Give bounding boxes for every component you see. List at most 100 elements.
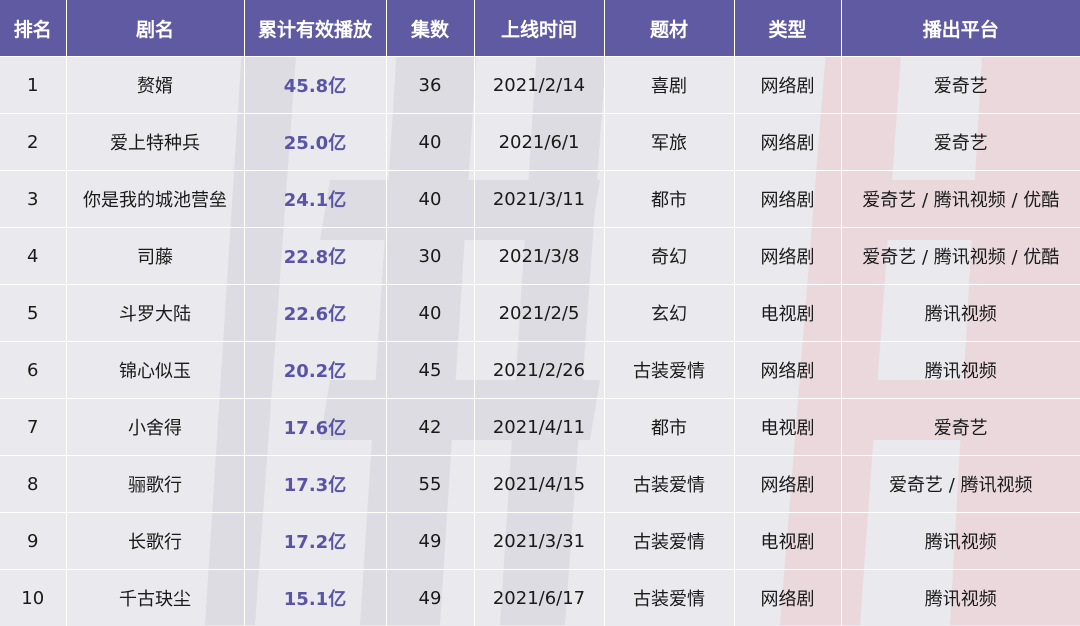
rank-cell: 8: [0, 456, 66, 513]
date-cell: 2021/2/26: [474, 342, 604, 399]
episodes-cell: 40: [386, 171, 474, 228]
episodes-cell: 30: [386, 228, 474, 285]
episodes-header: 集数: [386, 0, 474, 57]
title-cell: 锦心似玉: [66, 342, 244, 399]
rank-cell: 5: [0, 285, 66, 342]
platform-cell: 爱奇艺: [841, 399, 1080, 456]
platform-cell: 爱奇艺 / 腾讯视频: [841, 456, 1080, 513]
episodes-cell: 36: [386, 57, 474, 114]
episodes-cell: 42: [386, 399, 474, 456]
title-cell: 赘婿: [66, 57, 244, 114]
type-cell: 网络剧: [734, 570, 841, 626]
genre-cell: 古装爱情: [604, 456, 734, 513]
rank-cell: 2: [0, 114, 66, 171]
title-cell: 爱上特种兵: [66, 114, 244, 171]
genre-cell: 都市: [604, 399, 734, 456]
plays-cell: 17.6亿: [244, 399, 386, 456]
table-row: 4司藤22.8亿302021/3/8奇幻网络剧爱奇艺 / 腾讯视频 / 优酷: [0, 228, 1080, 285]
genre-cell: 古装爱情: [604, 342, 734, 399]
episodes-cell: 49: [386, 570, 474, 626]
platform-cell: 爱奇艺 / 腾讯视频 / 优酷: [841, 171, 1080, 228]
table-row: 7小舍得17.6亿422021/4/11都市电视剧爱奇艺: [0, 399, 1080, 456]
title-cell: 长歌行: [66, 513, 244, 570]
table-row: 3你是我的城池营垒24.1亿402021/3/11都市网络剧爱奇艺 / 腾讯视频…: [0, 171, 1080, 228]
table-header-row: 排名剧名累计有效播放集数上线时间题材类型播出平台: [0, 0, 1080, 57]
genre-cell: 奇幻: [604, 228, 734, 285]
plays-cell: 22.6亿: [244, 285, 386, 342]
rank-cell: 10: [0, 570, 66, 626]
table-row: 10千古玦尘15.1亿492021/6/17古装爱情网络剧腾讯视频: [0, 570, 1080, 626]
table-row: 2爱上特种兵25.0亿402021/6/1军旅网络剧爱奇艺: [0, 114, 1080, 171]
genre-header: 题材: [604, 0, 734, 57]
plays-cell: 45.8亿: [244, 57, 386, 114]
type-header: 类型: [734, 0, 841, 57]
type-cell: 网络剧: [734, 342, 841, 399]
plays-cell: 17.3亿: [244, 456, 386, 513]
date-cell: 2021/2/5: [474, 285, 604, 342]
genre-cell: 喜剧: [604, 57, 734, 114]
plays-cell: 25.0亿: [244, 114, 386, 171]
title-cell: 你是我的城池营垒: [66, 171, 244, 228]
rank-cell: 4: [0, 228, 66, 285]
date-cell: 2021/3/8: [474, 228, 604, 285]
platform-cell: 腾讯视频: [841, 570, 1080, 626]
plays-cell: 20.2亿: [244, 342, 386, 399]
platform-cell: 腾讯视频: [841, 285, 1080, 342]
genre-cell: 古装爱情: [604, 513, 734, 570]
platform-cell: 爱奇艺: [841, 57, 1080, 114]
type-cell: 电视剧: [734, 285, 841, 342]
genre-cell: 玄幻: [604, 285, 734, 342]
date-header: 上线时间: [474, 0, 604, 57]
type-cell: 电视剧: [734, 513, 841, 570]
type-cell: 网络剧: [734, 171, 841, 228]
platform-cell: 爱奇艺: [841, 114, 1080, 171]
date-cell: 2021/4/11: [474, 399, 604, 456]
platform-cell: 腾讯视频: [841, 513, 1080, 570]
genre-cell: 都市: [604, 171, 734, 228]
rank-cell: 3: [0, 171, 66, 228]
platform-header: 播出平台: [841, 0, 1080, 57]
title-cell: 千古玦尘: [66, 570, 244, 626]
plays-cell: 22.8亿: [244, 228, 386, 285]
type-cell: 电视剧: [734, 399, 841, 456]
plays-cell: 17.2亿: [244, 513, 386, 570]
title-cell: 司藤: [66, 228, 244, 285]
table-row: 5斗罗大陆22.6亿402021/2/5玄幻电视剧腾讯视频: [0, 285, 1080, 342]
title-cell: 斗罗大陆: [66, 285, 244, 342]
title-header: 剧名: [66, 0, 244, 57]
type-cell: 网络剧: [734, 456, 841, 513]
plays-header: 累计有效播放: [244, 0, 386, 57]
rank-header: 排名: [0, 0, 66, 57]
title-cell: 骊歌行: [66, 456, 244, 513]
date-cell: 2021/6/17: [474, 570, 604, 626]
date-cell: 2021/3/11: [474, 171, 604, 228]
type-cell: 网络剧: [734, 114, 841, 171]
table-row: 9长歌行17.2亿492021/3/31古装爱情电视剧腾讯视频: [0, 513, 1080, 570]
rank-cell: 7: [0, 399, 66, 456]
type-cell: 网络剧: [734, 228, 841, 285]
date-cell: 2021/3/31: [474, 513, 604, 570]
drama-ranking-table: 排名剧名累计有效播放集数上线时间题材类型播出平台 1赘婿45.8亿362021/…: [0, 0, 1080, 626]
episodes-cell: 55: [386, 456, 474, 513]
table-row: 8骊歌行17.3亿552021/4/15古装爱情网络剧爱奇艺 / 腾讯视频: [0, 456, 1080, 513]
plays-cell: 24.1亿: [244, 171, 386, 228]
date-cell: 2021/2/14: [474, 57, 604, 114]
title-cell: 小舍得: [66, 399, 244, 456]
date-cell: 2021/4/15: [474, 456, 604, 513]
rank-cell: 9: [0, 513, 66, 570]
plays-cell: 15.1亿: [244, 570, 386, 626]
date-cell: 2021/6/1: [474, 114, 604, 171]
table-row: 6锦心似玉20.2亿452021/2/26古装爱情网络剧腾讯视频: [0, 342, 1080, 399]
genre-cell: 古装爱情: [604, 570, 734, 626]
episodes-cell: 45: [386, 342, 474, 399]
rank-cell: 6: [0, 342, 66, 399]
genre-cell: 军旅: [604, 114, 734, 171]
episodes-cell: 40: [386, 285, 474, 342]
table-body: 1赘婿45.8亿362021/2/14喜剧网络剧爱奇艺2爱上特种兵25.0亿40…: [0, 57, 1080, 626]
type-cell: 网络剧: [734, 57, 841, 114]
platform-cell: 爱奇艺 / 腾讯视频 / 优酷: [841, 228, 1080, 285]
episodes-cell: 49: [386, 513, 474, 570]
rank-cell: 1: [0, 57, 66, 114]
platform-cell: 腾讯视频: [841, 342, 1080, 399]
episodes-cell: 40: [386, 114, 474, 171]
